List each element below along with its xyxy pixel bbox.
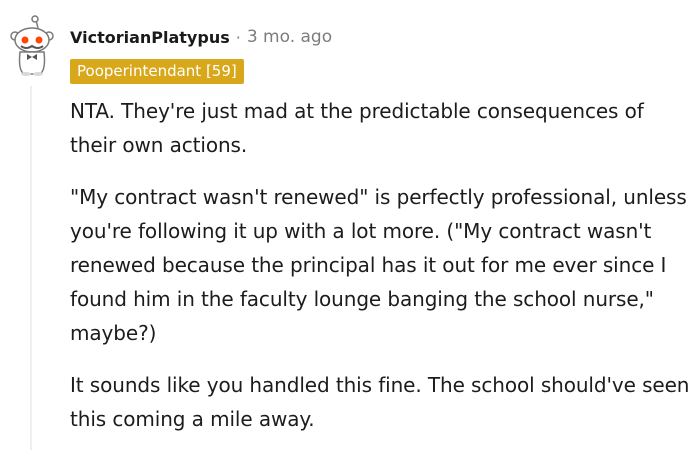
meta-separator: · bbox=[235, 27, 241, 47]
avatar[interactable] bbox=[8, 14, 56, 76]
comment-meta: VictorianPlatypus · 3 mo. ago bbox=[70, 25, 332, 49]
comment-paragraph: It sounds like you handled this fine. Th… bbox=[70, 373, 690, 431]
thread-collapse-line[interactable] bbox=[30, 86, 32, 450]
comment: VictorianPlatypus · 3 mo. ago Pooperinte… bbox=[0, 0, 700, 450]
comment-body: NTA. They're just mad at the predictable… bbox=[70, 94, 695, 454]
comment-paragraph: NTA. They're just mad at the predictable… bbox=[70, 99, 644, 157]
timestamp[interactable]: 3 mo. ago bbox=[247, 27, 332, 47]
user-flair-badge: Pooperintendant [59] bbox=[70, 59, 244, 84]
comment-paragraph: "My contract wasn't renewed" is perfectl… bbox=[70, 185, 687, 345]
username-link[interactable]: VictorianPlatypus bbox=[70, 28, 230, 47]
snoo-avatar-icon bbox=[10, 15, 54, 76]
